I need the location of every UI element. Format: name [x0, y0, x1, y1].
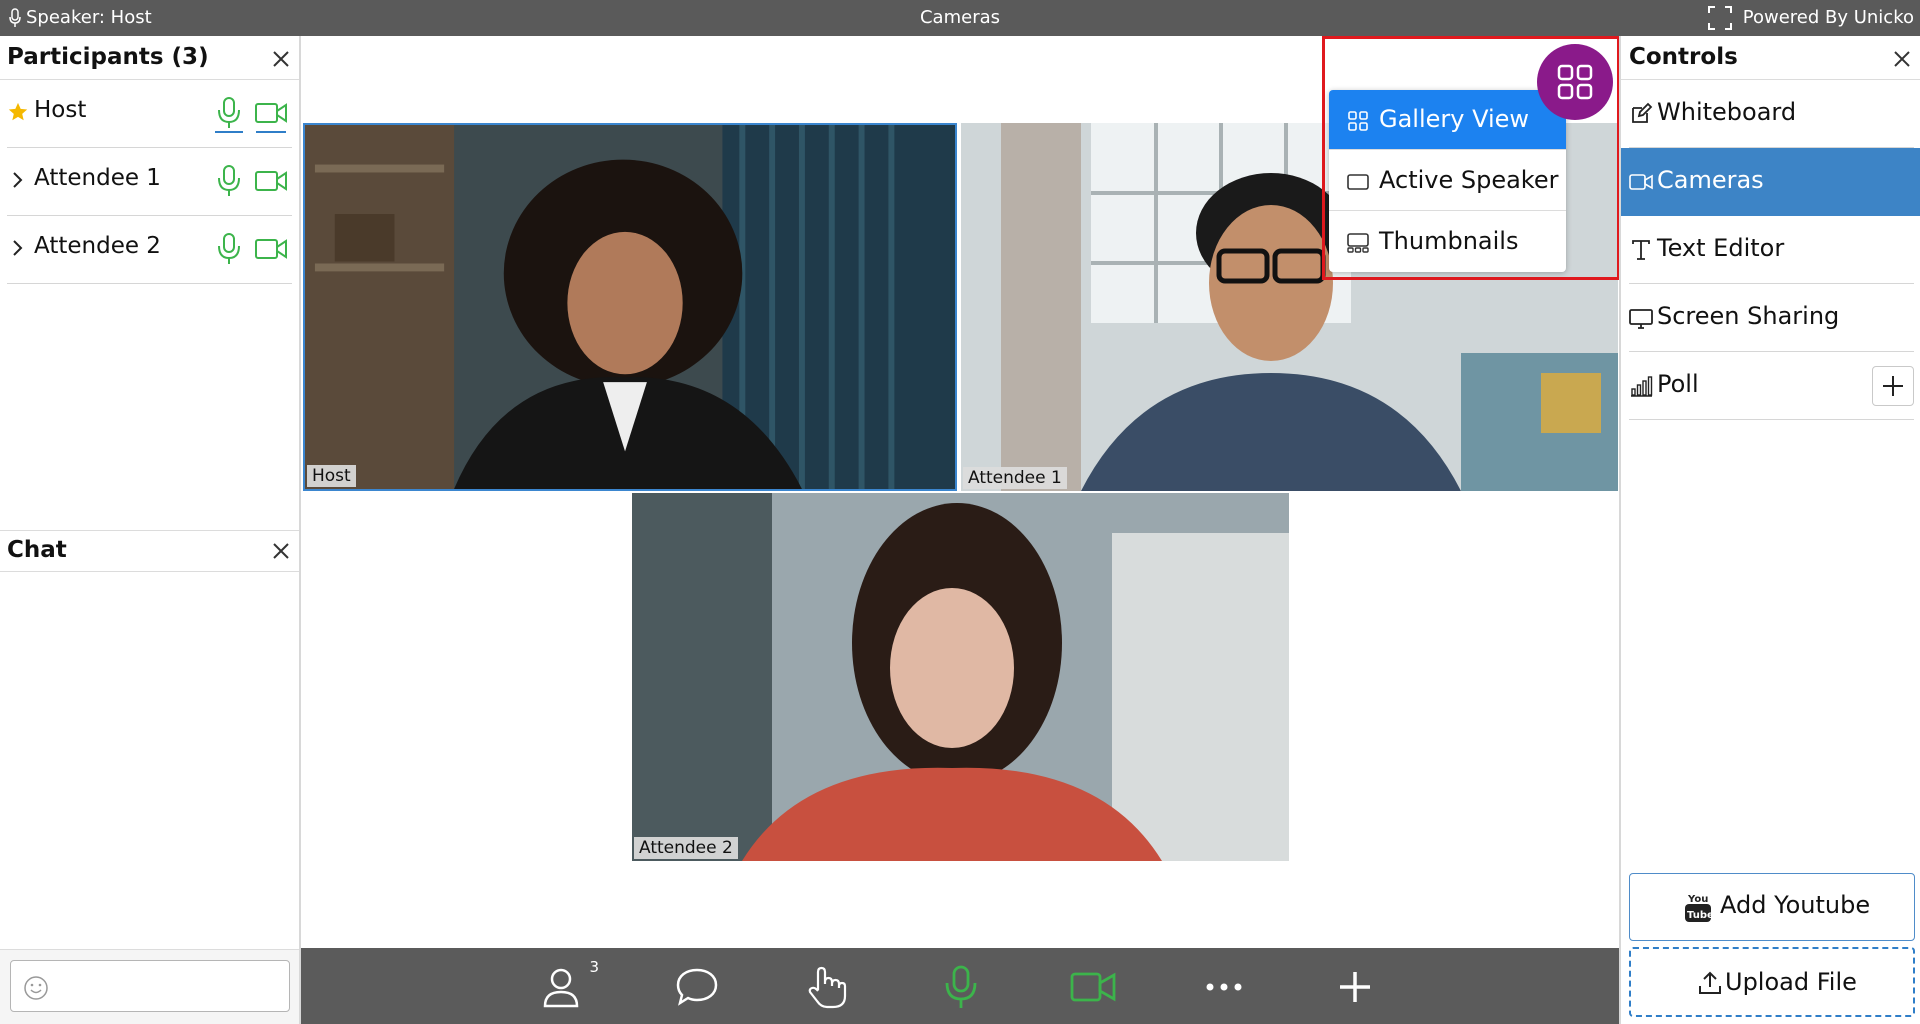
controls-title: Controls	[1629, 44, 1738, 70]
raise-hand-button[interactable]	[804, 964, 850, 1010]
layout-option-label: Gallery View	[1379, 105, 1530, 133]
upload-icon	[1699, 971, 1721, 994]
participants-title: Participants (3)	[7, 44, 209, 70]
control-label: Screen Sharing	[1657, 302, 1840, 330]
upload-file-label: Upload File	[1725, 968, 1857, 996]
control-screen-sharing[interactable]: Screen Sharing	[1629, 284, 1914, 352]
fullscreen-icon[interactable]	[1707, 5, 1733, 31]
chat-input[interactable]	[10, 960, 290, 1012]
bar-chart-icon	[1631, 376, 1653, 397]
chat-bubble-icon	[676, 968, 718, 1006]
pencil-square-icon	[1632, 102, 1653, 123]
participants-button[interactable]: 3	[541, 958, 599, 1010]
layout-option-thumbnails[interactable]: Thumbnails	[1329, 212, 1566, 272]
layout-option-label: Active Speaker	[1379, 166, 1559, 194]
layout-menu: Gallery View Active Speaker Thumbnails	[1329, 90, 1566, 272]
more-options-button[interactable]	[1201, 964, 1247, 1010]
camera-button[interactable]	[1070, 964, 1116, 1010]
video-label: Attendee 1	[963, 467, 1067, 489]
participant-name: Attendee 2	[34, 233, 161, 259]
control-cameras[interactable]: Cameras	[1621, 148, 1920, 216]
video-tile-host[interactable]: Host	[303, 123, 957, 491]
layout-toggle-button[interactable]	[1537, 44, 1613, 120]
powered-by: Powered By Unicko	[1742, 7, 1914, 28]
youtube-icon: You Tube	[1685, 894, 1712, 922]
participant-row-attendee-1[interactable]: Attendee 1	[7, 148, 292, 216]
control-poll[interactable]: Poll	[1629, 352, 1914, 420]
control-label: Cameras	[1657, 166, 1764, 194]
add-youtube-label: Add Youtube	[1720, 891, 1871, 919]
add-poll-button[interactable]	[1872, 366, 1914, 406]
person-icon	[543, 968, 579, 1008]
upload-file-button[interactable]: Upload File	[1629, 947, 1915, 1017]
hand-pointer-icon	[808, 966, 847, 1009]
rectangle-icon	[1347, 174, 1369, 190]
close-icon[interactable]	[271, 541, 291, 561]
emoji-icon[interactable]	[23, 975, 49, 1001]
video-feed	[305, 125, 955, 489]
chat-header: Chat	[0, 530, 299, 572]
participant-row-attendee-2[interactable]: Attendee 2	[7, 216, 292, 284]
star-icon	[8, 102, 28, 121]
control-text-editor[interactable]: Text Editor	[1629, 216, 1914, 284]
control-label: Poll	[1657, 370, 1699, 398]
more-dots-icon	[1206, 983, 1242, 991]
video-tile-attendee-2[interactable]: Attendee 2	[632, 493, 1289, 861]
layout-option-active-speaker[interactable]: Active Speaker	[1329, 151, 1566, 211]
chat-input-area	[0, 949, 299, 1024]
add-button[interactable]	[1332, 964, 1378, 1010]
mic-active-underline	[215, 131, 243, 133]
layout-option-gallery-view[interactable]: Gallery View	[1329, 90, 1566, 150]
mic-icon[interactable]	[214, 164, 244, 198]
close-icon[interactable]	[1892, 49, 1912, 69]
left-panel: Participants (3) Host Attendee 1 Attende…	[0, 36, 301, 1024]
video-label: Attendee 2	[634, 837, 738, 859]
camera-active-underline	[256, 131, 286, 133]
camera-icon[interactable]	[254, 236, 288, 262]
participant-name: Host	[34, 97, 87, 123]
microphone-button[interactable]	[938, 964, 984, 1010]
controls-header: Controls	[1621, 36, 1920, 80]
bottom-toolbar: 3	[301, 948, 1619, 1024]
chat-title: Chat	[7, 537, 67, 563]
svg-text:You: You	[1687, 894, 1708, 905]
camera-icon	[1070, 972, 1116, 1002]
control-label: Whiteboard	[1657, 98, 1797, 126]
grid-icon	[1557, 64, 1593, 100]
camera-icon[interactable]	[254, 100, 288, 126]
camera-icon	[1629, 174, 1653, 190]
svg-text:Tube: Tube	[1687, 910, 1712, 921]
text-t-icon	[1632, 240, 1650, 260]
chevron-right-icon[interactable]	[7, 168, 29, 192]
chat-button[interactable]	[674, 964, 720, 1010]
control-whiteboard[interactable]: Whiteboard	[1629, 80, 1914, 148]
mic-icon	[945, 965, 977, 1008]
control-label: Text Editor	[1657, 234, 1785, 262]
participants-count-badge: 3	[589, 958, 599, 976]
controls-panel: Controls Whiteboard Cameras Text Editor …	[1619, 36, 1920, 1024]
mic-icon[interactable]	[214, 232, 244, 266]
participants-header: Participants (3)	[0, 36, 299, 80]
camera-icon[interactable]	[254, 168, 288, 194]
video-label: Host	[307, 465, 356, 487]
plus-icon	[1340, 972, 1370, 1002]
top-bar: Speaker: Host Cameras Powered By Unicko	[0, 0, 1920, 36]
monitor-icon	[1629, 309, 1653, 329]
add-youtube-button[interactable]: You Tube Add Youtube	[1629, 873, 1915, 941]
view-title: Cameras	[919, 7, 1000, 28]
participant-row-host[interactable]: Host	[7, 80, 292, 148]
plus-icon	[1883, 376, 1903, 396]
grid-icon	[1348, 111, 1368, 131]
close-icon[interactable]	[271, 49, 291, 69]
video-feed	[632, 493, 1289, 861]
mic-icon[interactable]	[214, 96, 244, 130]
chevron-right-icon[interactable]	[7, 236, 29, 260]
layout-option-label: Thumbnails	[1379, 227, 1519, 255]
thumbnails-icon	[1347, 233, 1369, 253]
participant-name: Attendee 1	[34, 165, 161, 191]
